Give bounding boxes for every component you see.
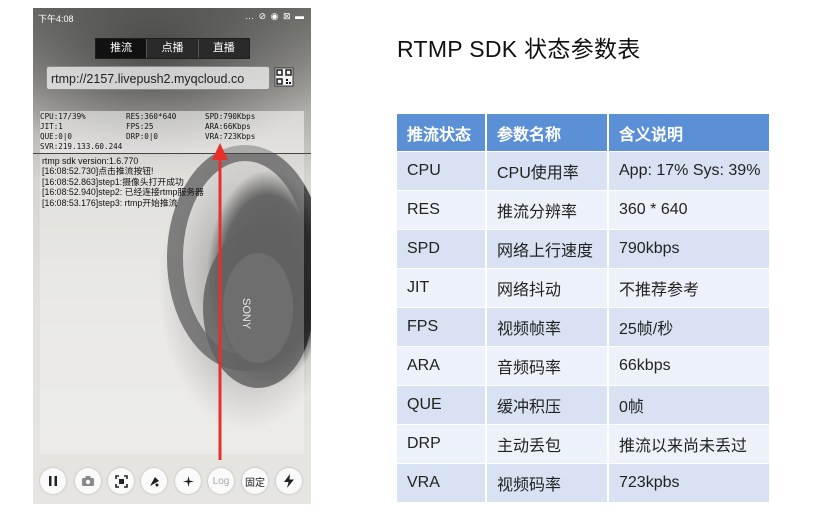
cell-status: RES bbox=[397, 191, 487, 230]
pause-icon bbox=[49, 476, 57, 486]
skin-smoothing-icon bbox=[149, 476, 159, 486]
table-row: CPU CPU使用率 App: 17% Sys: 39% bbox=[397, 152, 769, 191]
cell-status: DRP bbox=[397, 425, 487, 464]
cell-description: 推流以来尚未丢过 bbox=[609, 425, 769, 464]
header-status: 推流状态 bbox=[397, 114, 487, 152]
table-header-row: 推流状态 参数名称 含义说明 bbox=[397, 114, 769, 152]
table-body: CPU CPU使用率 App: 17% Sys: 39% RES 推流分辨率 360 * … bbox=[397, 152, 769, 503]
log-line: [16:08:53.176]step3: rtmp开始推流 bbox=[42, 197, 178, 208]
cell-param-name: CPU使用率 bbox=[487, 152, 609, 191]
bottom-toolbar: Log 固定 bbox=[33, 465, 311, 497]
cell-param-name: 缓冲积压 bbox=[487, 386, 609, 425]
table-row: DRP 主动丢包 推流以来尚未丢过 bbox=[397, 425, 769, 464]
header-param-name: 参数名称 bbox=[487, 114, 609, 152]
table-row: SPD 网络上行速度 790kbps bbox=[397, 230, 769, 269]
stat-que: QUE:0|0 bbox=[40, 132, 73, 141]
table-row: FPS 视频帧率 25帧/秒 bbox=[397, 308, 769, 347]
pause-button[interactable] bbox=[40, 468, 66, 494]
cell-description: 360 * 640 bbox=[609, 191, 769, 230]
cell-description: 790kbps bbox=[609, 230, 769, 269]
cell-status: FPS bbox=[397, 308, 487, 347]
cell-status: CPU bbox=[397, 152, 487, 191]
param-table: 推流状态 参数名称 含义说明 CPU CPU使用率 App: 17% Sys: 39… bbox=[397, 114, 769, 503]
cell-status: SPD bbox=[397, 230, 487, 269]
cell-status: JIT bbox=[397, 269, 487, 308]
stat-cpu: CPU:17/39% bbox=[40, 112, 86, 121]
stat-jit: JIT:1 bbox=[40, 122, 63, 131]
cell-param-name: 网络上行速度 bbox=[487, 230, 609, 269]
sparkle-icon bbox=[182, 475, 194, 487]
cell-param-name: 推流分辨率 bbox=[487, 191, 609, 230]
table-row: ARA 音频码率 66kbps bbox=[397, 347, 769, 386]
cell-param-name: 主动丢包 bbox=[487, 425, 609, 464]
cell-description: 不推荐参考 bbox=[609, 269, 769, 308]
table-row: VRA 视频码率 723kpbs bbox=[397, 464, 769, 503]
cell-description: 723kpbs bbox=[609, 464, 769, 503]
log-line: [16:08:52.940]step2: 已经连接rtmp服务器 bbox=[42, 187, 204, 198]
stat-res: RES:360*640 bbox=[126, 112, 177, 121]
cell-param-name: 视频码率 bbox=[487, 464, 609, 503]
flash-icon bbox=[284, 474, 294, 488]
cell-description: App: 17% Sys: 39% bbox=[609, 152, 769, 191]
stat-drp: DRP:0|0 bbox=[126, 132, 159, 141]
table-row: RES 推流分辨率 360 * 640 bbox=[397, 191, 769, 230]
stat-svr: SVR:219.133.60.244 bbox=[40, 142, 123, 151]
fix-orientation-button[interactable]: 固定 bbox=[242, 468, 268, 494]
cell-param-name: 网络抖动 bbox=[487, 269, 609, 308]
stat-vra: VRA:723Kbps bbox=[205, 132, 256, 141]
mode-tabs: 推流 点播 直播 bbox=[95, 38, 250, 59]
phone-screenshot: SONY 下午4:08 … ⊘ ◉ ⊠ ▬ 推流 点播 直播 rtmp://21… bbox=[33, 8, 311, 504]
cell-param-name: 视频帧率 bbox=[487, 308, 609, 347]
log-button[interactable]: Log bbox=[208, 468, 234, 494]
tab-push[interactable]: 推流 bbox=[96, 39, 148, 58]
beauty-filter-button[interactable] bbox=[108, 468, 134, 494]
status-bar: 下午4:08 … ⊘ ◉ ⊠ ▬ bbox=[33, 8, 311, 26]
qr-scan-icon[interactable] bbox=[274, 67, 294, 87]
cell-status: QUE bbox=[397, 386, 487, 425]
cell-param-name: 音频码率 bbox=[487, 347, 609, 386]
stats-overlay: CPU:17/39% RES:360*640 SPD:790Kbps JIT:1… bbox=[40, 111, 304, 153]
table-row: QUE 缓冲积压 0帧 bbox=[397, 386, 769, 425]
log-line: [16:08:52.730]点击推流按钮! bbox=[42, 166, 154, 177]
rtmp-url-input[interactable]: rtmp://2157.livepush2.myqcloud.co bbox=[46, 66, 270, 90]
status-time: 下午4:08 bbox=[38, 14, 74, 24]
torch-button[interactable] bbox=[276, 468, 302, 494]
header-description: 含义说明 bbox=[609, 114, 769, 152]
stat-ara: ARA:66Kbps bbox=[205, 122, 251, 131]
log-line: rtmp sdk version:1.6.770 bbox=[42, 156, 139, 166]
cell-description: 66kbps bbox=[609, 347, 769, 386]
status-icons: … ⊘ ◉ ⊠ ▬ bbox=[245, 11, 305, 21]
cell-description: 0帧 bbox=[609, 386, 769, 425]
cell-status: ARA bbox=[397, 347, 487, 386]
stat-fps: FPS:25 bbox=[126, 122, 154, 131]
cell-description: 25帧/秒 bbox=[609, 308, 769, 347]
log-output: rtmp sdk version:1.6.770 [16:08:52.730]点… bbox=[42, 156, 204, 208]
camera-switch-icon bbox=[82, 476, 94, 486]
tab-vod[interactable]: 点播 bbox=[147, 39, 199, 58]
table-row: JIT 网络抖动 不推荐参考 bbox=[397, 269, 769, 308]
stat-spd: SPD:790Kbps bbox=[205, 112, 256, 121]
log-line: [16:08:52.863]step1:摄像头打开成功 bbox=[42, 176, 184, 187]
switch-camera-button[interactable] bbox=[75, 468, 101, 494]
focus-frame-icon bbox=[114, 474, 128, 488]
flash-off-button[interactable] bbox=[175, 468, 201, 494]
cell-status: VRA bbox=[397, 464, 487, 503]
tab-live[interactable]: 直播 bbox=[199, 39, 249, 58]
table-title: RTMP SDK 状态参数表 bbox=[397, 36, 641, 62]
skin-button[interactable] bbox=[141, 468, 167, 494]
